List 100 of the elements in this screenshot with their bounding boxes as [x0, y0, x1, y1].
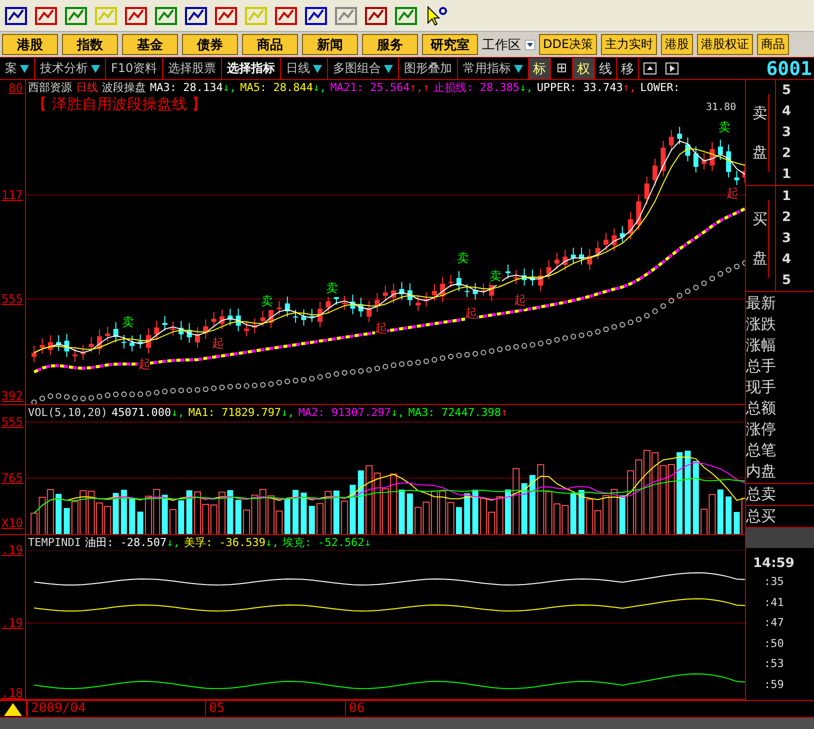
axis-label: 555: [1, 415, 23, 429]
indicator-value: MA21: 25.564: [330, 81, 410, 94]
quick-button[interactable]: 港股: [661, 34, 694, 55]
time-tick: :35: [763, 575, 785, 590]
volume-bar: [129, 498, 136, 534]
indicator-value: 45071.000: [111, 406, 172, 419]
volume-title: VOL(5,10,20): [28, 406, 108, 419]
empty-panel: [746, 528, 814, 548]
axis-label: .19: [1, 616, 23, 630]
trend-arrow: ↓: [364, 536, 371, 549]
quick-button[interactable]: 商品: [757, 34, 790, 55]
volume-bar: [300, 492, 307, 534]
trend-arrow: ↑,: [622, 81, 636, 94]
sell-signal: 卖: [718, 118, 730, 136]
toolbar-icon[interactable]: [34, 4, 58, 26]
toolbar-icon[interactable]: [184, 4, 208, 26]
trend-arrow: ↓,: [166, 536, 180, 549]
quick-button[interactable]: DDE决策: [539, 34, 598, 55]
volume-bar: [56, 494, 62, 534]
toolbar-icon[interactable]: [364, 4, 388, 26]
time-tick: :59: [763, 678, 785, 692]
sell-signal: 卖: [326, 280, 338, 297]
stock-name: 西部资源: [28, 80, 72, 95]
axis-label: .19: [1, 543, 23, 557]
sell-signal: 卖: [260, 293, 273, 310]
quote-field: 最新: [746, 293, 814, 314]
quote-field: 总手: [746, 356, 814, 377]
workspace-label: 工作区: [482, 36, 521, 54]
bid-level: 3: [782, 231, 792, 246]
volume-bar: [227, 490, 234, 534]
trend-arrow: ↑,: [410, 81, 423, 94]
axis-label: 80: [8, 81, 23, 95]
quick-button[interactable]: 港股权证: [697, 34, 754, 55]
trend-arrow: ↓,: [520, 81, 533, 94]
time-tick: :47: [763, 616, 785, 631]
indicator-value: MA3: 28.134: [150, 81, 223, 94]
quick-button[interactable]: 主力实时: [601, 34, 658, 55]
axis-label: 555: [1, 292, 23, 306]
date-label: 2009/04: [27, 701, 86, 716]
quote-field: 总笔: [746, 440, 814, 461]
bid-level: 5: [782, 273, 792, 288]
nav-button[interactable]: 港股: [2, 34, 58, 55]
trend-arrow: ↑: [422, 81, 430, 94]
nav-button[interactable]: 新闻: [302, 34, 358, 55]
bid-level: 4: [782, 252, 792, 267]
caret-icon: [20, 64, 29, 72]
caret-icon: [313, 64, 322, 72]
dropdown-icon[interactable]: [525, 40, 535, 50]
formula-name: 波段操盘: [102, 80, 146, 95]
axis-label: .18: [1, 686, 23, 700]
trend-arrow: ↑: [501, 406, 508, 419]
volume-bar: [464, 493, 470, 534]
nav-button[interactable]: 债券: [182, 34, 238, 55]
buy-signal: 起: [375, 320, 388, 338]
date-label: 05: [205, 701, 225, 716]
caret-icon: [91, 64, 100, 72]
axis-label: 765: [1, 471, 23, 485]
nav-button[interactable]: 服务: [362, 34, 418, 55]
nav-button[interactable]: 基金: [122, 34, 178, 55]
ask-level: 2: [782, 146, 792, 161]
toolbar-icon[interactable]: [304, 4, 328, 26]
indicator-value: UPPER: 33.743: [536, 81, 623, 94]
time-tick: :50: [763, 636, 785, 652]
date-label: 06: [345, 701, 365, 716]
time-label: 14:59: [752, 555, 796, 573]
trend-arrow: ↓,: [171, 406, 184, 419]
toolbar-icon[interactable]: [4, 4, 28, 26]
toolbar-icon[interactable]: [214, 4, 238, 26]
chart-subtitle: 【 泽胜自用波段操盘线 】: [32, 95, 207, 114]
toolbar-icon[interactable]: [274, 4, 298, 26]
ask-label: 卖盘: [752, 94, 768, 172]
toolbar-icon[interactable]: [124, 4, 148, 26]
volume-bar: [292, 490, 299, 534]
axis-label: 392: [1, 389, 23, 403]
trend-arrow: ↓,: [391, 406, 404, 419]
view-button[interactable]: 权: [573, 58, 596, 79]
indicator-value: 埃克: -52.562: [282, 535, 364, 550]
ask-level: 1: [782, 167, 792, 182]
sell-signal: 卖: [490, 268, 502, 285]
indicator-value: MA2: 91307.297: [298, 406, 392, 419]
ask-level: 3: [782, 125, 792, 140]
indicator-value: MA1: 71829.797: [188, 406, 282, 419]
buy-signal: 起: [514, 292, 526, 310]
volume-bar: [578, 490, 584, 534]
nav-button[interactable]: 商品: [242, 34, 298, 55]
ask-level: 4: [782, 104, 792, 119]
time-tick: :53: [763, 657, 785, 672]
axis-label: X10: [1, 516, 23, 530]
peak-price-label: 31.80: [706, 102, 736, 113]
trend-arrow: ↓,: [265, 536, 279, 549]
ask-level: 5: [782, 83, 792, 98]
view-button[interactable]: 标: [529, 58, 552, 79]
indicator-value: LOWER:: [640, 81, 680, 94]
trend-arrow: ↓,: [281, 406, 294, 419]
nav-button[interactable]: 研究室: [422, 34, 478, 55]
trend-arrow: ↓,: [222, 81, 236, 94]
volume-bar: [235, 500, 242, 534]
indicator-value: 止损线: 28.385: [434, 80, 520, 95]
nav-button[interactable]: 指数: [62, 34, 118, 55]
volume-bar: [178, 500, 184, 534]
